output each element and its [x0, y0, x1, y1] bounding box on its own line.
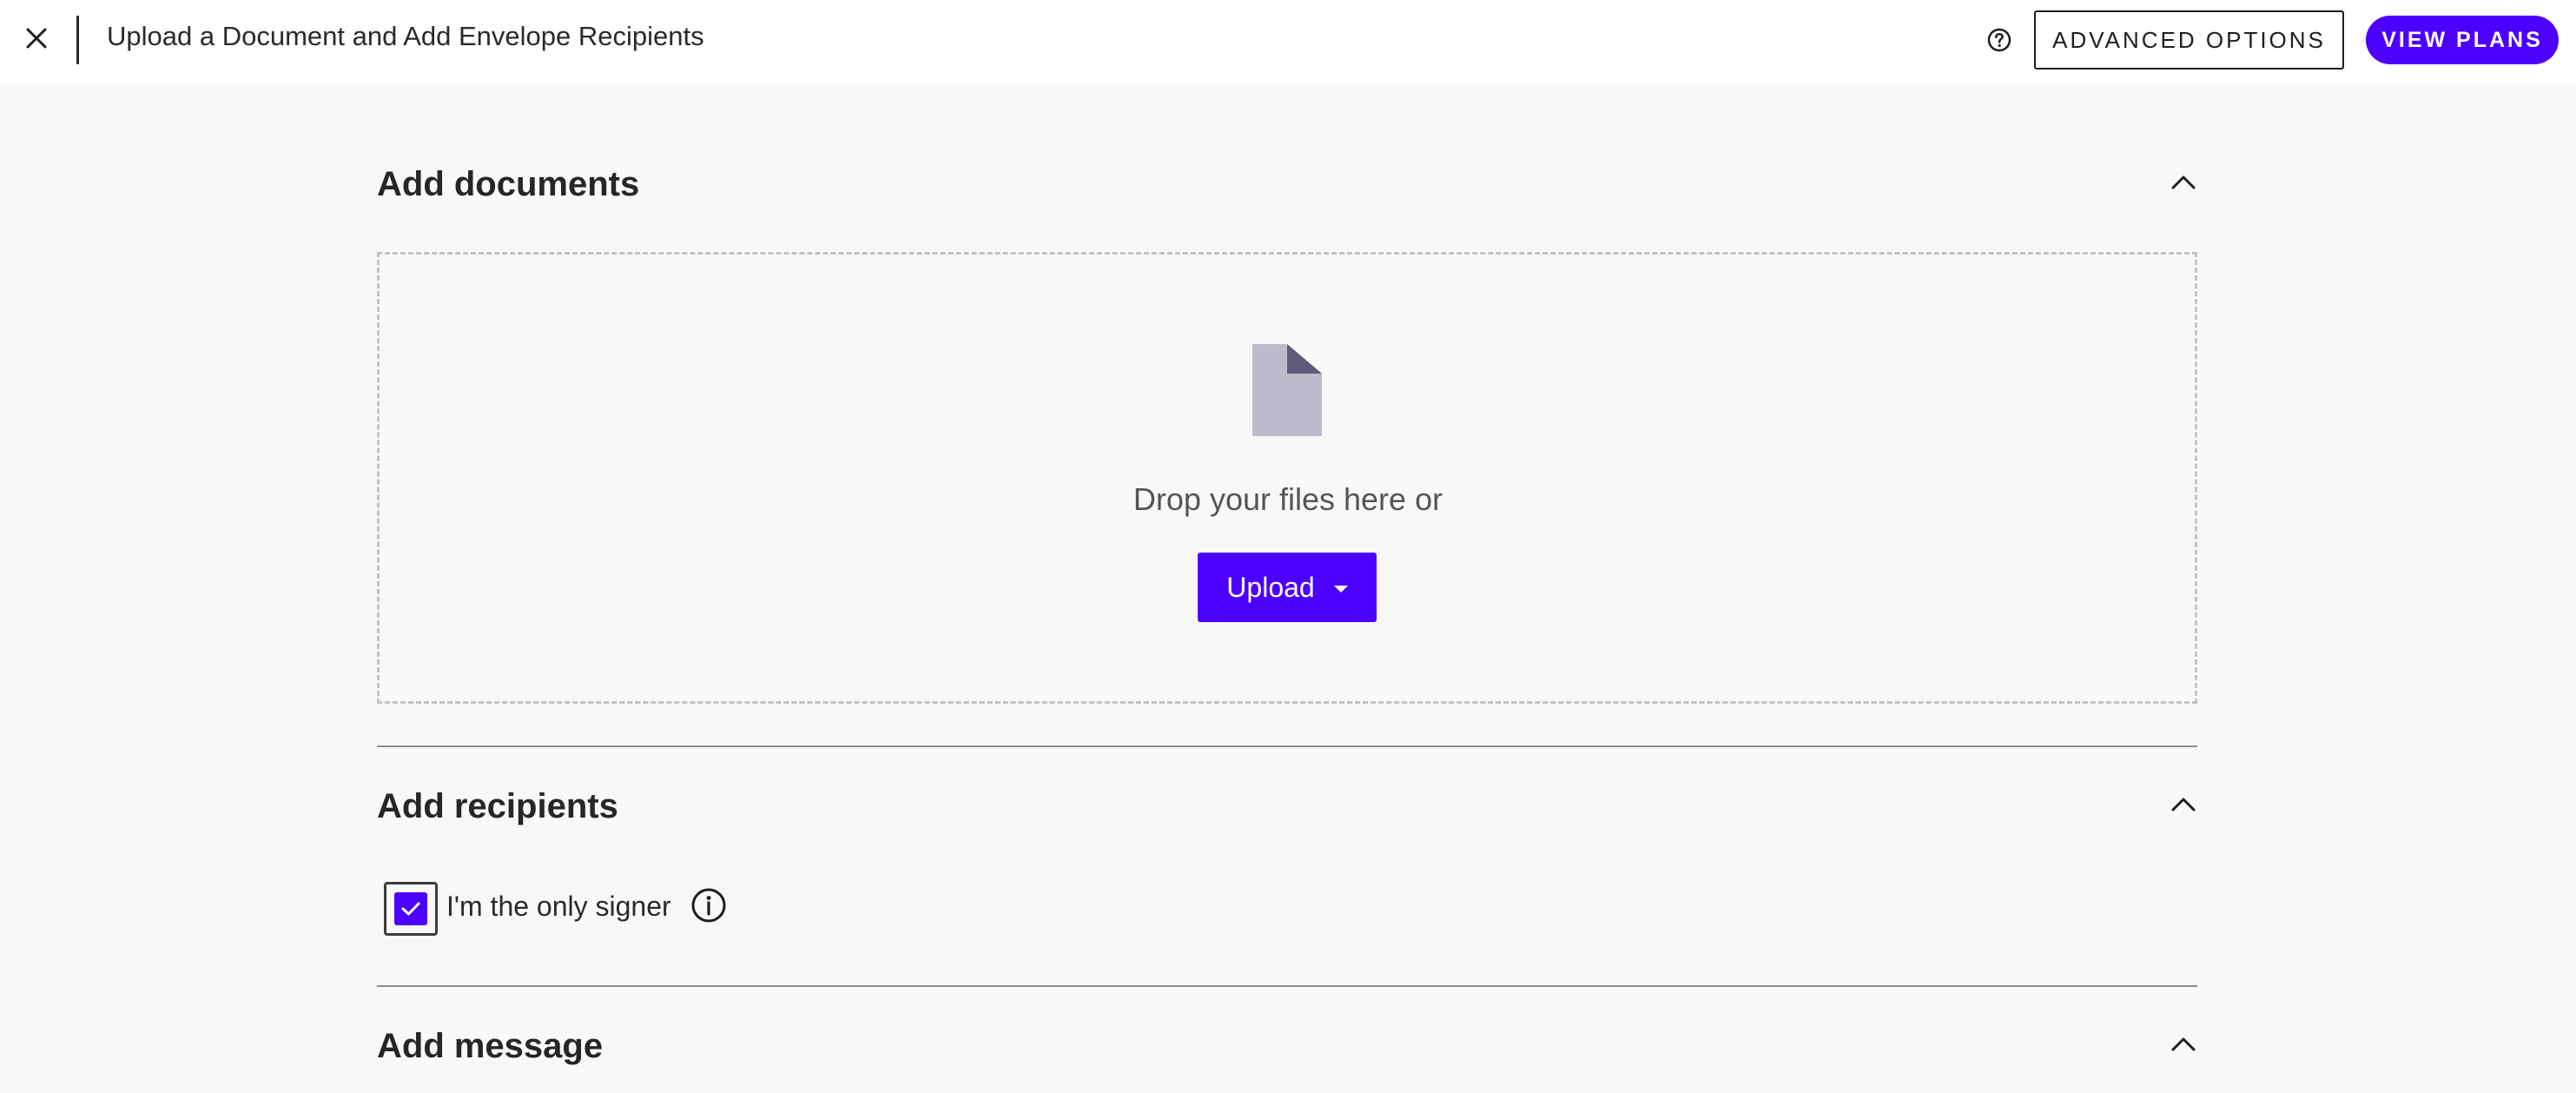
chevron-up-icon — [2171, 1037, 2196, 1051]
help-circle-icon — [1987, 28, 2011, 52]
add-documents-heading: Add documents — [377, 165, 640, 203]
help-button[interactable] — [1984, 24, 2015, 56]
upload-button-label: Upload — [1226, 571, 1315, 603]
add-recipients-heading: Add recipients — [377, 787, 618, 825]
only-signer-info-button[interactable] — [690, 886, 728, 924]
chevron-up-icon — [2171, 176, 2196, 189]
section-divider — [377, 985, 2197, 987]
section-divider — [377, 745, 2197, 747]
only-signer-label: I'm the only signer — [446, 891, 671, 922]
add-message-heading: Add message — [377, 1027, 604, 1065]
checkmark-icon — [401, 902, 420, 916]
upload-button[interactable]: Upload — [1198, 553, 1377, 622]
info-icon — [691, 888, 726, 923]
collapse-recipients-button[interactable] — [2166, 787, 2201, 822]
header-divider — [76, 16, 79, 64]
top-header: Upload a Document and Add Envelope Recip… — [0, 0, 2576, 84]
caret-down-icon — [1333, 586, 1348, 593]
document-icon — [1252, 344, 1322, 436]
close-button[interactable] — [17, 19, 56, 57]
drop-files-text: Drop your files here or — [1133, 481, 1443, 517]
view-plans-button[interactable]: VIEW PLANS — [2366, 16, 2559, 64]
advanced-options-button[interactable]: ADVANCED OPTIONS — [2034, 10, 2344, 70]
page-title: Upload a Document and Add Envelope Recip… — [107, 21, 704, 51]
checkbox-checked — [394, 892, 427, 925]
collapse-message-button[interactable] — [2166, 1027, 2201, 1062]
chevron-up-icon — [2171, 798, 2196, 811]
close-icon — [26, 28, 47, 49]
only-signer-checkbox[interactable] — [384, 882, 438, 936]
collapse-documents-button[interactable] — [2166, 165, 2201, 200]
file-dropzone[interactable] — [377, 252, 2197, 704]
